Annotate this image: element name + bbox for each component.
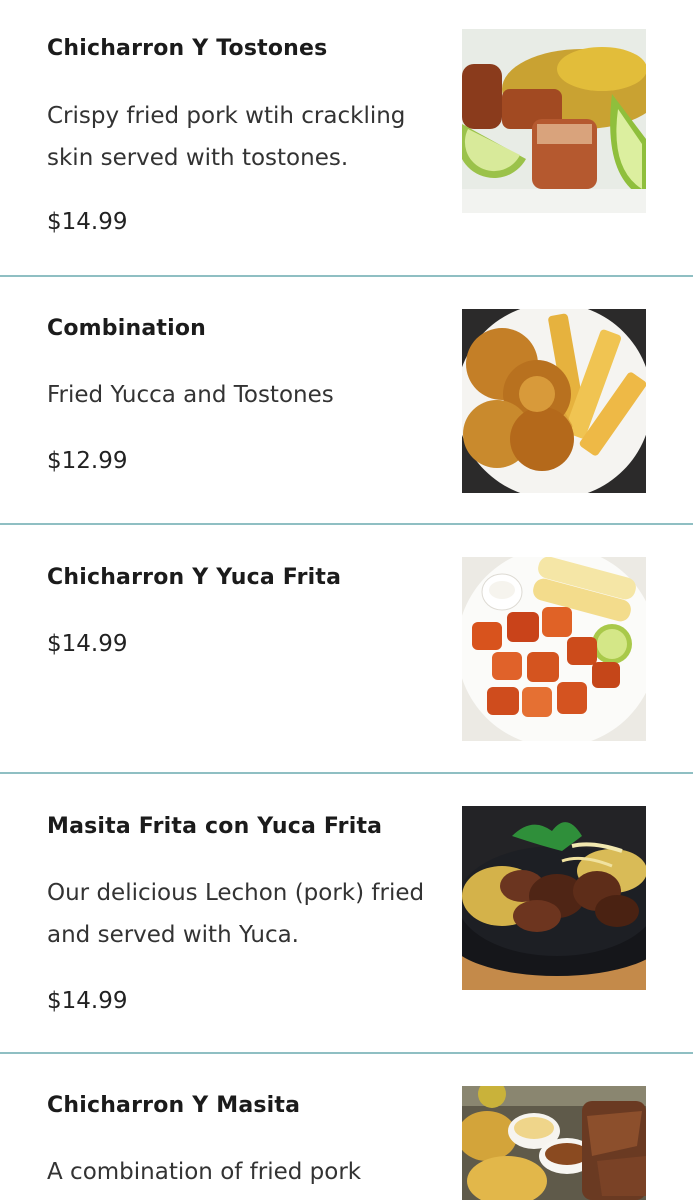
menu-list: Chicharron Y Tostones Crispy fried pork …: [0, 0, 693, 1200]
item-price: $14.99: [47, 631, 128, 657]
yucca-tostones-photo[interactable]: [462, 309, 646, 493]
item-description: Our delicious Lechon (pork) fried and se…: [47, 880, 425, 948]
masita-skillet-photo[interactable]: [462, 806, 646, 990]
item-price: $12.99: [47, 448, 128, 474]
item-name: Chicharron Y Yuca Frita: [47, 565, 342, 590]
item-name: Combination: [47, 316, 207, 341]
chicharron-tostones-photo[interactable]: [462, 29, 646, 213]
menu-item-chicharron-y-yuca-frita[interactable]: Chicharron Y Yuca Frita $14.99: [0, 525, 693, 772]
item-name: Chicharron Y Masita: [47, 1093, 301, 1118]
item-price: $14.99: [47, 988, 128, 1014]
menu-item-masita-frita-con-yuca-frita[interactable]: Masita Frita con Yuca Frita Our deliciou…: [0, 774, 693, 1052]
item-name: Chicharron Y Tostones: [47, 36, 328, 61]
chicharron-masita-photo[interactable]: [462, 1086, 646, 1200]
item-name: Masita Frita con Yuca Frita: [47, 814, 383, 839]
item-description: Fried Yucca and Tostones: [47, 382, 334, 408]
chicharron-yuca-photo[interactable]: [462, 557, 646, 741]
item-description: A combination of fried pork: [47, 1159, 362, 1185]
menu-item-chicharron-y-masita[interactable]: Chicharron Y Masita A combination of fri…: [0, 1054, 693, 1200]
item-description: Crispy fried pork wtih crackling skin se…: [47, 103, 406, 171]
menu-item-combination[interactable]: Combination Fried Yucca and Tostones $12…: [0, 277, 693, 524]
item-price: $14.99: [47, 209, 128, 235]
menu-item-chicharron-y-tostones[interactable]: Chicharron Y Tostones Crispy fried pork …: [0, 0, 693, 276]
